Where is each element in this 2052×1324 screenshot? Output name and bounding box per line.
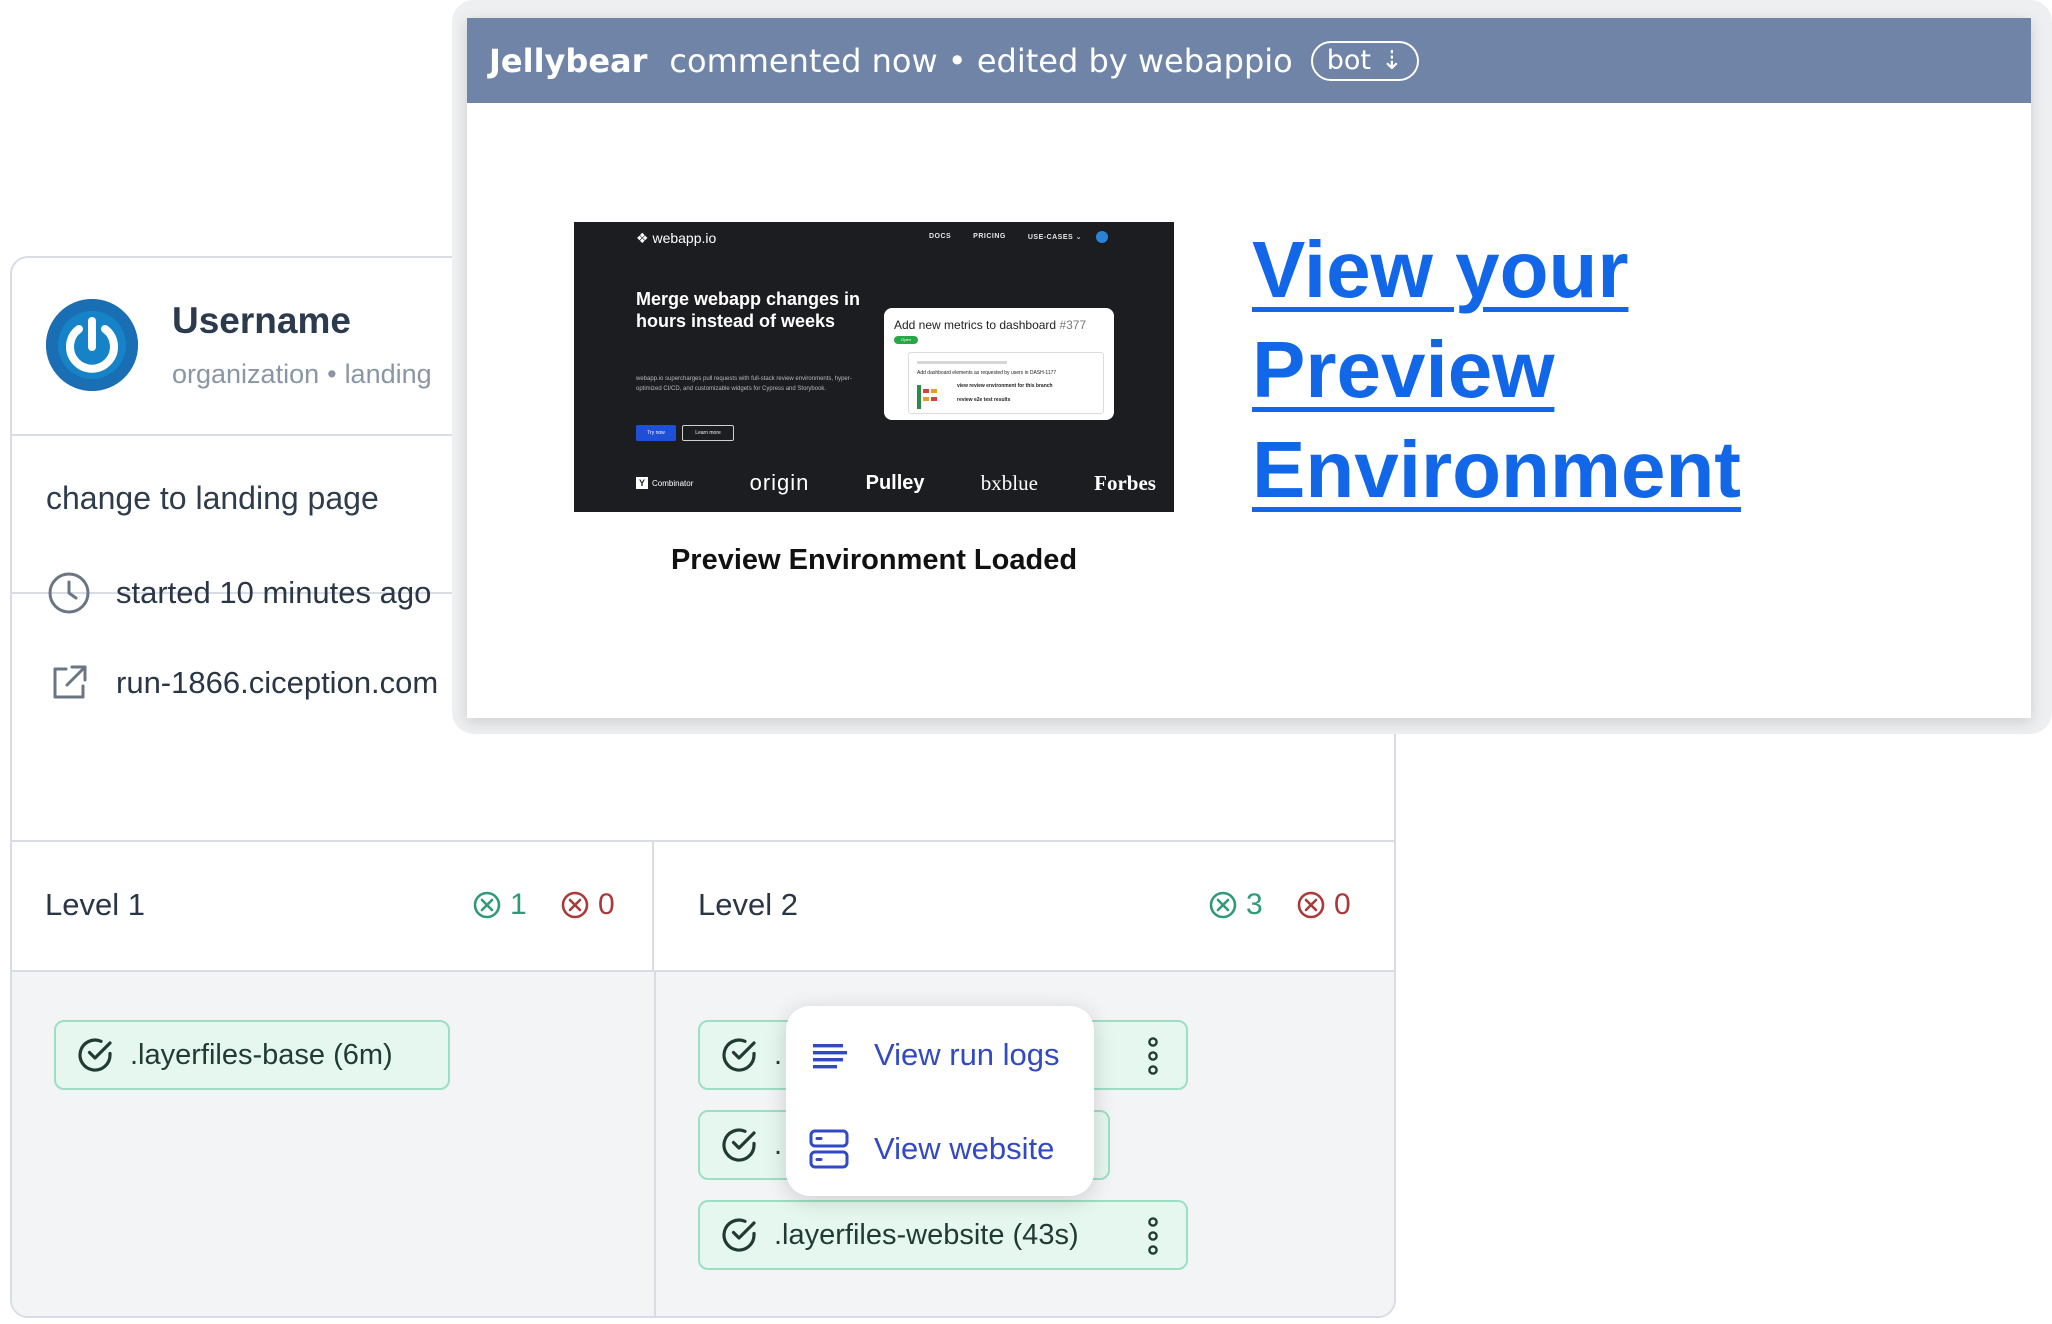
passed-value: 1 [510, 888, 527, 921]
screenshot-nav: DOCS PRICING USE-CASES ⌄ [929, 233, 1082, 241]
mock-text-3: review e2e test results [957, 397, 1011, 403]
job-label: .layerfiles-base (6m) [130, 1038, 393, 1071]
failed-count: 0 [560, 888, 615, 922]
failed-value: 0 [598, 888, 615, 921]
org-branch-line: organization • landing [172, 359, 432, 390]
screenshot-logo: ❖ webapp.io [636, 230, 717, 246]
logo-bxblue: bxblue [980, 470, 1038, 495]
nav-avatar-dot [1096, 231, 1108, 243]
failed-circle-icon [1297, 891, 1325, 919]
failed-value: 0 [1334, 888, 1351, 921]
screenshot-try-button: Try now [636, 425, 676, 441]
check-circle-icon [78, 1038, 112, 1072]
logo-forbes: Forbes [1094, 470, 1156, 495]
power-logo-icon [46, 299, 138, 391]
menu-item-label: View website [874, 1131, 1055, 1166]
screenshot-learn-button: Learn more [682, 425, 734, 441]
passed-count: 1 [472, 888, 527, 922]
clock-icon [48, 572, 90, 614]
passed-value: 3 [1246, 888, 1263, 921]
kebab-menu-icon[interactable] [1148, 1216, 1158, 1256]
check-circle-icon [722, 1218, 756, 1252]
comment-card: Jellybear commented now • edited by weba… [467, 18, 2031, 718]
nav-use-cases: USE-CASES ⌄ [1027, 234, 1082, 241]
kebab-menu-icon[interactable] [1148, 1036, 1158, 1076]
branch-name[interactable]: landing [345, 359, 432, 389]
preview-screenshot[interactable]: ❖ webapp.io DOCS PRICING USE-CASES ⌄ Mer… [574, 222, 1174, 512]
mock-text-2: view review environment for this branch [957, 383, 1053, 389]
external-link-icon [53, 665, 87, 699]
bot-badge[interactable]: bot ⇣ [1310, 40, 1419, 81]
passed-count: 3 [1208, 888, 1263, 922]
menu-item-label: View run logs [874, 1037, 1060, 1072]
mock-tag: Open [894, 336, 918, 344]
nav-docs: DOCS [928, 233, 952, 240]
level-1-header: Level 1 1 0 [12, 842, 654, 972]
level-title: Level 1 [45, 887, 145, 922]
separator-dot: • [327, 359, 337, 389]
comment-action: commented now • edited by webappio [669, 41, 1293, 80]
run-url[interactable]: run-1866.ciception.com [116, 665, 438, 701]
logo-origin: origin [749, 470, 810, 495]
logo-ycombinator: Y Combinator [636, 477, 693, 489]
job-label: . [774, 1128, 783, 1161]
preview-caption: Preview Environment Loaded [670, 544, 1078, 576]
passed-circle-icon [1209, 891, 1237, 919]
mock-text-1: Add dashboard elements as requested by u… [917, 370, 1057, 376]
mock-line [917, 361, 1007, 364]
job-label: .layerfiles-website (43s) [774, 1218, 1079, 1251]
screenshot-headline: Merge webapp changes in hours instead of… [636, 289, 861, 331]
job-label: . [774, 1038, 783, 1071]
column-divider [654, 972, 656, 1316]
mock-swatch [917, 385, 937, 409]
check-circle-icon [722, 1038, 756, 1072]
comment-header: Jellybear commented now • edited by weba… [467, 18, 2031, 103]
list-lines-icon [813, 1044, 847, 1069]
menu-item-view-website[interactable]: View website [806, 1126, 1054, 1172]
mock-title: Add new metrics to dashboard #377 [894, 318, 1087, 332]
job-pill-layerfiles-base[interactable]: .layerfiles-base (6m) [54, 1020, 450, 1090]
level-title: Level 2 [698, 887, 798, 922]
levels-header: Level 1 1 0 Level 2 3 0 [12, 842, 1394, 972]
job-pill-layerfiles-website[interactable]: .layerfiles-website (43s) [698, 1200, 1188, 1270]
failed-count: 0 [1296, 888, 1351, 922]
bot-badge-label: bot [1326, 45, 1371, 76]
org-name[interactable]: organization [172, 359, 319, 389]
screenshot-logo-row: Y Combinator origin Pulley bxblue Forbes [636, 470, 1156, 496]
passed-circle-icon [473, 891, 501, 919]
avatar[interactable] [46, 299, 138, 391]
failed-circle-icon [561, 891, 589, 919]
arrow-down-icon: ⇣ [1381, 45, 1403, 76]
comment-author[interactable]: Jellybear [489, 42, 647, 80]
job-context-menu: View run logs View website [786, 1006, 1094, 1196]
check-circle-icon [722, 1128, 756, 1162]
started-row: started 10 minutes ago [46, 570, 431, 616]
menu-item-view-run-logs[interactable]: View run logs [806, 1032, 1060, 1078]
server-stack-icon [809, 1129, 849, 1169]
run-url-row[interactable]: run-1866.ciception.com [46, 660, 438, 706]
levels-body: .layerfiles-base (6m) . . .layerfiles-we… [12, 972, 1394, 1316]
mock-inner: Add dashboard elements as requested by u… [908, 352, 1104, 414]
commit-message: change to landing page [46, 480, 379, 516]
screenshot-pr-mock: Add new metrics to dashboard #377 Open A… [884, 308, 1114, 420]
started-time: started 10 minutes ago [116, 575, 432, 610]
screenshot-subtext: webapp.io supercharges pull requests wit… [636, 376, 852, 392]
view-preview-link[interactable]: View your Preview Environment [1252, 220, 1872, 520]
nav-pricing: PRICING [973, 233, 1006, 240]
logo-pulley: Pulley [865, 471, 925, 494]
level-2-header: Level 2 3 0 [654, 842, 1394, 972]
username[interactable]: Username [172, 300, 351, 342]
